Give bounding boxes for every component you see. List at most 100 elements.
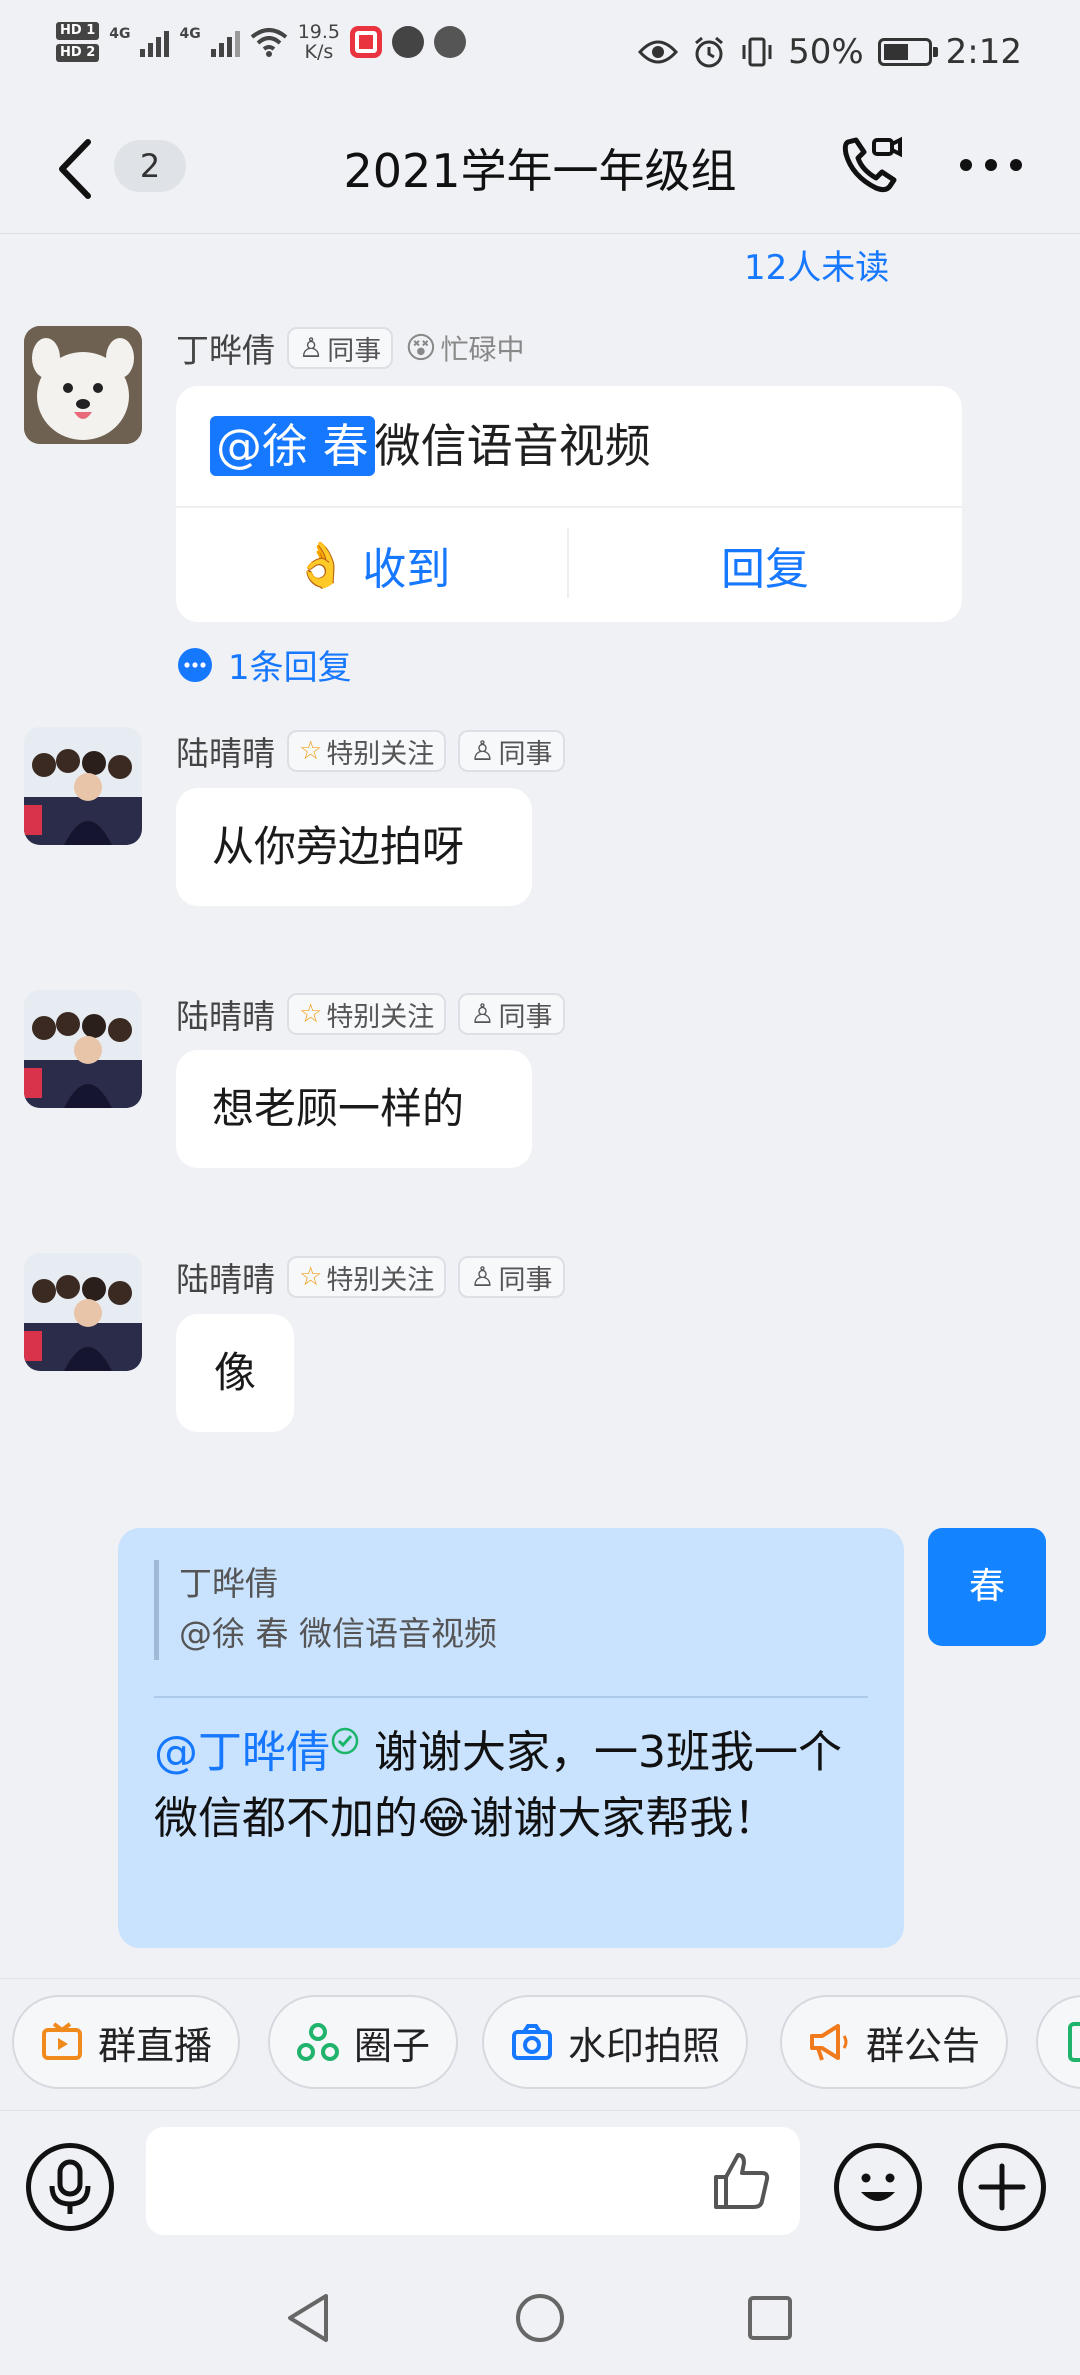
more-icon[interactable] — [956, 130, 1026, 200]
reply-label: 回复 — [721, 544, 809, 595]
quick-action-more[interactable] — [1036, 1995, 1080, 2089]
received-button[interactable]: 👌 收到 — [176, 508, 568, 622]
status-label: 忙碌中 — [440, 333, 525, 366]
reply-thread-link[interactable]: 1条回复 — [176, 640, 352, 689]
network-speed: 19.5 K/s — [298, 22, 340, 62]
user-status: 😵 忙碌中 — [405, 328, 524, 368]
ok-hand-icon: 👌 — [293, 540, 349, 591]
quick-action-watermark-photo[interactable]: 水印拍照 — [482, 1995, 749, 2089]
sender-name[interactable]: 陆晴晴 — [176, 727, 275, 775]
smiley-icon — [861, 2173, 895, 2201]
laughing-emoji-icon: 😂 — [418, 1793, 470, 1844]
message-bubble[interactable]: 像 — [176, 1314, 294, 1432]
quick-action-circle[interactable]: 圈子 — [268, 1995, 459, 2089]
status-bar: HD 1 HD 2 4G 4G 19.5 K/s 50% 2:12 — [0, 0, 1080, 110]
sim1-label: HD 1 — [56, 22, 100, 40]
emoji-button[interactable] — [834, 2143, 922, 2231]
group-photo-avatar-image — [24, 1253, 142, 1371]
avatar[interactable] — [24, 326, 142, 444]
mention-link[interactable]: @丁晔倩 — [154, 1727, 330, 1778]
quick-action-announcement[interactable]: 群公告 — [780, 1995, 1009, 2089]
avatar[interactable] — [24, 727, 142, 845]
my-message-bubble[interactable]: 丁晔倩 @徐 春 微信语音视频 @丁晔倩 谢谢大家，一3班我一个微信都不加的😂谢… — [118, 1528, 904, 1948]
message-text: @徐 春 微信语音视频 — [210, 416, 651, 476]
quick-action-label: 群直播 — [98, 2023, 213, 2068]
special-follow-tag: ☆ 特别关注 — [287, 730, 447, 772]
tag-label: 特别关注 — [326, 738, 435, 770]
camera-icon — [512, 2024, 552, 2060]
message-bubble[interactable]: 想老顾一样的 — [176, 1050, 532, 1168]
quick-action-live[interactable]: 群直播 — [12, 1995, 241, 2089]
thumbs-up-icon[interactable] — [710, 2149, 774, 2213]
voice-button[interactable] — [26, 2143, 114, 2231]
status-right: 50% 2:12 — [638, 32, 1022, 72]
live-icon — [42, 2022, 82, 2060]
my-message-part2: 谢谢大家帮我！ — [469, 1793, 778, 1844]
quoted-sender: 丁晔倩 — [179, 1564, 278, 1603]
battery-icon — [877, 38, 938, 66]
tag-label: 同事 — [327, 335, 382, 367]
my-message-text: @丁晔倩 谢谢大家，一3班我一个微信都不加的😂谢谢大家帮我！ — [154, 1720, 874, 1852]
video-call-icon[interactable] — [836, 130, 906, 200]
special-follow-tag: ☆ 特别关注 — [287, 1256, 447, 1298]
mention-highlight[interactable]: @徐 春 — [210, 416, 375, 476]
quoted-message[interactable]: 丁晔倩 @徐 春 微信语音视频 — [154, 1560, 868, 1660]
quick-action-label: 圈子 — [354, 2023, 431, 2068]
system-nav-bar — [0, 2260, 1080, 2375]
sender-name[interactable]: 陆晴晴 — [176, 990, 275, 1038]
nav-back-icon[interactable] — [282, 2290, 334, 2346]
circle-icon — [297, 2023, 339, 2061]
notification-app-icon — [350, 26, 383, 58]
my-avatar[interactable]: 春 — [928, 1528, 1046, 1646]
sender-line: 丁晔倩 ♙ 同事 😵 忙碌中 — [176, 324, 525, 372]
person-icon: ♙ — [470, 1261, 495, 1293]
chat-bubble-icon — [178, 647, 212, 682]
star-icon: ☆ — [299, 736, 323, 766]
quick-action-label: 群公告 — [866, 2023, 981, 2068]
reply-count-label: 1条回复 — [228, 648, 352, 688]
colleague-tag: ♙ 同事 — [458, 993, 565, 1035]
colleague-tag: ♙ 同事 — [458, 730, 565, 772]
plus-button[interactable] — [958, 2143, 1046, 2231]
speed-unit: K/s — [304, 41, 334, 63]
document-icon — [1068, 2022, 1080, 2062]
eye-icon — [638, 40, 679, 64]
message-body: 微信语音视频 — [374, 419, 651, 473]
nav-recents-icon[interactable] — [744, 2292, 796, 2344]
status-left: HD 1 HD 2 4G 4G 19.5 K/s — [56, 22, 467, 62]
notification-app2-icon — [392, 26, 425, 58]
speed-value: 19.5 — [297, 21, 341, 43]
nav-home-icon[interactable] — [512, 2290, 568, 2346]
colleague-tag: ♙ 同事 — [458, 1256, 565, 1298]
reply-button[interactable]: 回复 — [569, 508, 961, 622]
star-icon: ☆ — [299, 1262, 323, 1292]
sender-name[interactable]: 丁晔倩 — [176, 324, 275, 372]
wifi-icon — [250, 28, 287, 57]
tag-label: 特别关注 — [326, 1001, 435, 1033]
avatar[interactable] — [24, 1253, 142, 1371]
message-bubble[interactable]: 从你旁边拍呀 — [176, 788, 532, 906]
dog-avatar-image — [24, 326, 142, 444]
page-title: 2021学年一年级组 — [343, 144, 737, 198]
signal-icon — [140, 27, 170, 57]
star-icon: ☆ — [299, 999, 323, 1029]
quoted-text: @徐 春 微信语音视频 — [179, 1614, 497, 1653]
avatar[interactable] — [24, 990, 142, 1108]
tag-label: 特别关注 — [326, 1264, 435, 1296]
person-icon: ♙ — [470, 735, 495, 767]
group-photo-avatar-image — [24, 727, 142, 845]
vibrate-icon — [742, 37, 772, 67]
message-card[interactable]: @徐 春 微信语音视频 👌 收到 回复 — [176, 386, 962, 622]
sender-line: 陆晴晴 ☆ 特别关注 ♙ 同事 — [176, 990, 565, 1038]
quote-divider — [154, 1696, 868, 1698]
person-icon: ♙ — [470, 998, 495, 1030]
chat-header: 2 2021学年一年级组 — [0, 110, 1080, 234]
busy-icon: 😵 — [405, 330, 437, 366]
alarm-icon — [695, 36, 724, 68]
person-icon: ♙ — [299, 332, 324, 364]
unread-readers-link[interactable]: 12人未读 — [744, 240, 889, 289]
megaphone-icon — [810, 2024, 848, 2061]
sim-indicators: HD 1 HD 2 — [56, 22, 100, 62]
message-input[interactable] — [146, 2127, 800, 2235]
sender-name[interactable]: 陆晴晴 — [176, 1253, 275, 1301]
